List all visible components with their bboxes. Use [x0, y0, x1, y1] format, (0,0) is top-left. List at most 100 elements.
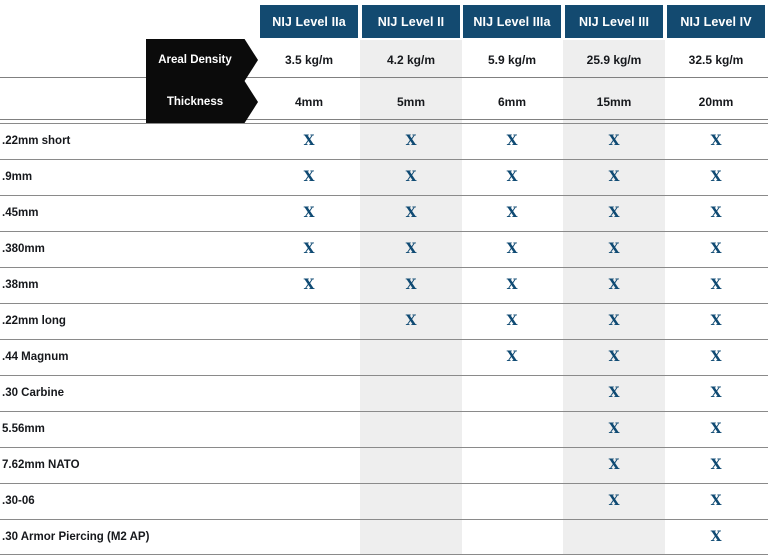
- cell-22mm-long-nij-4: X: [665, 303, 767, 339]
- table-row: .30 Carbine X X: [0, 375, 768, 411]
- cell-9mm-nij-4: X: [665, 159, 767, 195]
- spec-value-thickness-nij-2: 5mm: [396, 95, 425, 109]
- cell-45mm-nij-4: X: [665, 195, 767, 231]
- spec-value-areal-density-nij-2a: 3.5 kg/m: [284, 53, 334, 67]
- stop-mark-icon: X: [608, 241, 620, 257]
- spec-label-thickness: Thickness: [146, 81, 258, 123]
- cell-380mm-nij-2a: X: [258, 231, 360, 267]
- cell-30-armor-piercing-nij-2a: [258, 519, 360, 555]
- column-header-nij-2[interactable]: NIJ Level II: [362, 5, 460, 38]
- stop-mark-icon: X: [710, 493, 722, 509]
- stop-mark-icon: X: [506, 277, 518, 293]
- table-row: 5.56mm X X: [0, 411, 768, 447]
- stop-mark-icon: X: [405, 277, 417, 293]
- stop-mark-icon: X: [608, 385, 620, 401]
- stop-mark-icon: X: [710, 133, 722, 149]
- column-header-nij-4[interactable]: NIJ Level IV: [667, 5, 765, 38]
- cell-30-carbine-nij-4: X: [665, 375, 767, 411]
- spec-row-thickness: Thickness 4mm 5mm 6mm 15mm 20mm: [0, 81, 768, 123]
- cell-9mm-nij-2: X: [360, 159, 462, 195]
- table-row: .22mm short X X X X X: [0, 123, 768, 159]
- cell-556mm-nij-2: [360, 411, 462, 447]
- row-label-22mm-short: .22mm short: [2, 135, 71, 147]
- cell-380mm-nij-4: X: [665, 231, 767, 267]
- column-header-nij-3a[interactable]: NIJ Level IIIa: [463, 5, 561, 38]
- spec-value-areal-density-nij-3a: 5.9 kg/m: [487, 53, 537, 67]
- cell-556mm-nij-4: X: [665, 411, 767, 447]
- stop-mark-icon: X: [303, 133, 315, 149]
- cell-44-magnum-nij-4: X: [665, 339, 767, 375]
- cell-38mm-nij-3a: X: [461, 267, 563, 303]
- cell-22mm-long-nij-2: X: [360, 303, 462, 339]
- cell-44-magnum-nij-3: X: [563, 339, 665, 375]
- stop-mark-icon: X: [608, 169, 620, 185]
- stop-mark-icon: X: [710, 313, 722, 329]
- stop-mark-icon: X: [710, 421, 722, 437]
- cell-9mm-nij-2a: X: [258, 159, 360, 195]
- cell-762mm-nato-nij-2a: [258, 447, 360, 483]
- cell-30-06-nij-2a: [258, 483, 360, 519]
- column-header-nij-2a[interactable]: NIJ Level IIa: [260, 5, 358, 38]
- cell-22mm-short-nij-3: X: [563, 123, 665, 159]
- cell-380mm-nij-3a: X: [461, 231, 563, 267]
- table-row: .44 Magnum X X X: [0, 339, 768, 375]
- stop-mark-icon: X: [710, 241, 722, 257]
- stop-mark-icon: X: [405, 241, 417, 257]
- row-label-30-armor-piercing: .30 Armor Piercing (M2 AP): [2, 531, 150, 543]
- stop-mark-icon: X: [710, 385, 722, 401]
- stop-mark-icon: X: [303, 241, 315, 257]
- cell-762mm-nato-nij-2: [360, 447, 462, 483]
- table-header-row: NIJ Level IIa NIJ Level II NIJ Level IIIa N…: [0, 5, 768, 38]
- stop-mark-icon: X: [405, 313, 417, 329]
- cell-22mm-short-nij-2: X: [360, 123, 462, 159]
- cell-30-carbine-nij-2: [360, 375, 462, 411]
- cell-45mm-nij-3: X: [563, 195, 665, 231]
- table-row: .30 Armor Piercing (M2 AP) X: [0, 519, 768, 555]
- stop-mark-icon: X: [710, 205, 722, 221]
- cell-762mm-nato-nij-4: X: [665, 447, 767, 483]
- table-row: .22mm long X X X X: [0, 303, 768, 339]
- spec-value-areal-density-nij-4: 32.5 kg/m: [688, 53, 744, 67]
- cell-45mm-nij-2a: X: [258, 195, 360, 231]
- cell-30-carbine-nij-3a: [461, 375, 563, 411]
- cell-9mm-nij-3: X: [563, 159, 665, 195]
- cell-30-06-nij-3: X: [563, 483, 665, 519]
- cell-556mm-nij-2a: [258, 411, 360, 447]
- cell-38mm-nij-2: X: [360, 267, 462, 303]
- spec-value-thickness-nij-3a: 6mm: [497, 95, 526, 109]
- spec-value-thickness-nij-2a: 4mm: [294, 95, 323, 109]
- row-label-556mm: 5.56mm: [2, 423, 45, 435]
- table-row: .38mm X X X X X: [0, 267, 768, 303]
- table-row: .30-06 X X: [0, 483, 768, 519]
- cell-762mm-nato-nij-3a: [461, 447, 563, 483]
- cell-9mm-nij-3a: X: [461, 159, 563, 195]
- cell-30-06-nij-3a: [461, 483, 563, 519]
- stop-mark-icon: X: [405, 205, 417, 221]
- stop-mark-icon: X: [608, 493, 620, 509]
- stop-mark-icon: X: [506, 133, 518, 149]
- row-label-38mm: .38mm: [2, 279, 39, 291]
- stop-mark-icon: X: [506, 313, 518, 329]
- row-label-9mm: .9mm: [2, 171, 33, 183]
- cell-38mm-nij-3: X: [563, 267, 665, 303]
- cell-30-armor-piercing-nij-3a: [461, 519, 563, 555]
- stop-mark-icon: X: [608, 313, 620, 329]
- cell-30-06-nij-4: X: [665, 483, 767, 519]
- cell-22mm-long-nij-3a: X: [461, 303, 563, 339]
- cell-30-carbine-nij-2a: [258, 375, 360, 411]
- cell-380mm-nij-3: X: [563, 231, 665, 267]
- stop-mark-icon: X: [710, 277, 722, 293]
- spec-value-thickness-nij-4: 20mm: [698, 95, 734, 109]
- table-row: 7.62mm NATO X X: [0, 447, 768, 483]
- cell-44-magnum-nij-3a: X: [461, 339, 563, 375]
- cell-556mm-nij-3a: [461, 411, 563, 447]
- stop-mark-icon: X: [405, 133, 417, 149]
- stop-mark-icon: X: [303, 169, 315, 185]
- stop-mark-icon: X: [303, 205, 315, 221]
- table-row: .9mm X X X X X: [0, 159, 768, 195]
- stop-mark-icon: X: [710, 457, 722, 473]
- cell-44-magnum-nij-2a: [258, 339, 360, 375]
- stop-mark-icon: X: [506, 169, 518, 185]
- column-header-nij-3[interactable]: NIJ Level III: [565, 5, 663, 38]
- cell-22mm-short-nij-4: X: [665, 123, 767, 159]
